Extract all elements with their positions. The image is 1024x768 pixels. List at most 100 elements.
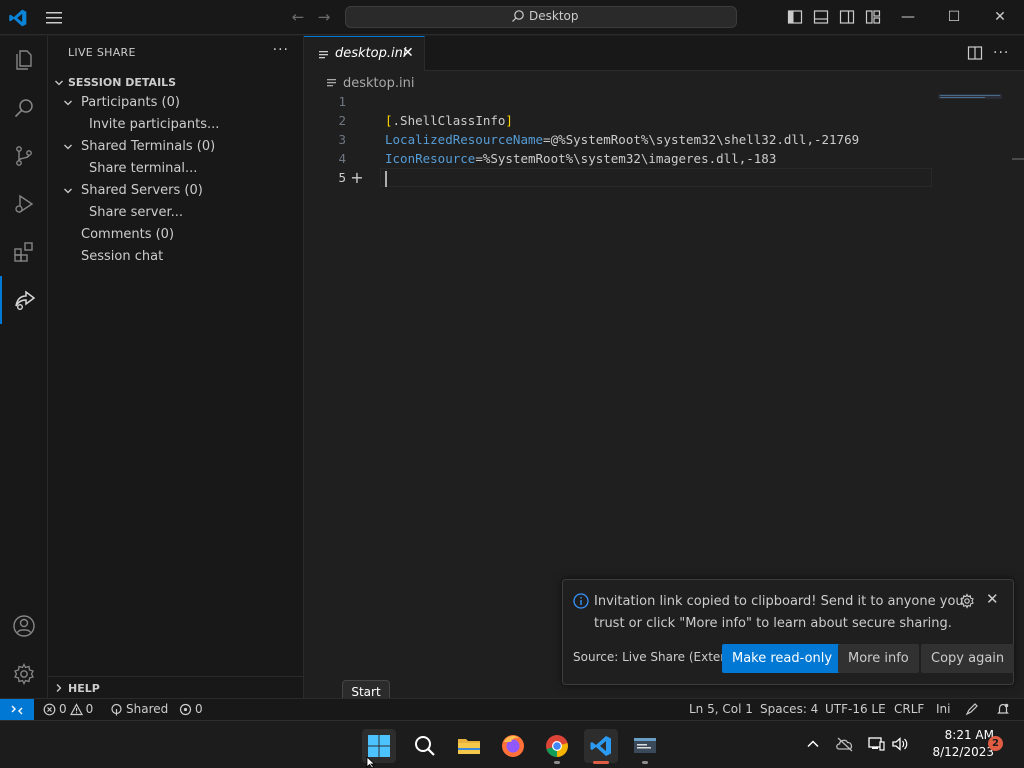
show-hidden-icons-chevron-icon[interactable] xyxy=(803,734,823,754)
ini-value: %SystemRoot%\system32\imageres.dll,-183 xyxy=(482,151,777,166)
error-count: 0 xyxy=(59,702,67,716)
tree-item-comments[interactable]: Comments (0) xyxy=(48,224,303,246)
editor-more-actions-icon[interactable]: ··· xyxy=(993,45,1009,61)
remote-indicator-icon[interactable] xyxy=(0,699,34,721)
tree-item-share-terminal[interactable]: Share terminal... xyxy=(48,158,303,180)
breadcrumb[interactable]: desktop.ini xyxy=(326,73,414,93)
ini-equals: = xyxy=(543,132,551,147)
tree-item-label: Shared Terminals (0) xyxy=(81,139,216,154)
text-cursor xyxy=(385,171,387,187)
info-icon xyxy=(573,593,589,609)
vscode-taskbar-button[interactable] xyxy=(584,729,618,764)
radio-tower-icon xyxy=(179,703,192,715)
tree-item-label: Share server... xyxy=(89,205,184,220)
network-icon[interactable] xyxy=(866,734,886,754)
tree-item-shared-terminals[interactable]: Shared Terminals (0) xyxy=(48,136,303,158)
notification-count-badge[interactable]: 2 xyxy=(988,736,1003,751)
notification-close-icon[interactable]: ✕ xyxy=(986,590,999,608)
shared-label: Shared xyxy=(126,702,169,716)
folder-icon xyxy=(458,739,480,754)
tree-item-share-server[interactable]: Share server... xyxy=(48,202,303,224)
firefox-button[interactable] xyxy=(496,729,530,763)
tab-desktop-ini[interactable]: desktop.ini ✕ xyxy=(304,36,425,71)
line-number: 4 xyxy=(338,151,346,166)
forward-arrow-icon[interactable]: → xyxy=(315,8,333,26)
end-of-line[interactable]: CRLF xyxy=(894,702,924,716)
encoding[interactable]: UTF-16 LE xyxy=(825,702,886,716)
tree-item-invite-participants[interactable]: Invite participants... xyxy=(48,114,303,136)
chrome-icon xyxy=(546,735,568,757)
tree-item-participants[interactable]: Participants (0) xyxy=(48,92,303,114)
tree-item-label: Shared Servers (0) xyxy=(81,183,203,198)
tree-item-label: Invite participants... xyxy=(89,117,220,132)
volume-speaker-icon[interactable] xyxy=(890,734,910,754)
minimize-button[interactable]: — xyxy=(896,6,920,28)
feedback-icon[interactable] xyxy=(965,702,979,716)
taskbar-search-button[interactable] xyxy=(408,729,442,763)
notifications-bell-icon[interactable] xyxy=(996,702,1010,716)
search-icon xyxy=(415,736,435,756)
search-view-icon[interactable] xyxy=(0,84,48,132)
bracket-open: [ xyxy=(385,113,393,128)
customize-layout-icon[interactable] xyxy=(865,9,881,25)
problems-indicator[interactable]: 0 0 xyxy=(43,702,93,716)
onedrive-offline-icon[interactable] xyxy=(835,734,855,754)
windows-logo-icon xyxy=(368,735,390,757)
source-control-icon[interactable] xyxy=(0,132,48,180)
chrome-button[interactable] xyxy=(540,729,574,764)
ini-key: IconResource xyxy=(385,151,476,166)
tree-item-session-chat[interactable]: Session chat xyxy=(48,246,303,268)
run-debug-icon[interactable] xyxy=(0,180,48,228)
help-label: HELP xyxy=(68,682,100,695)
file-lines-icon xyxy=(319,51,328,59)
tree-item-shared-servers[interactable]: Shared Servers (0) xyxy=(48,180,303,202)
language-mode[interactable]: Ini xyxy=(936,702,950,716)
ini-equals: = xyxy=(475,151,483,166)
terminal-app-button[interactable] xyxy=(628,729,662,764)
accounts-icon[interactable] xyxy=(0,602,48,650)
scrollbar-cursor-marker xyxy=(1012,158,1024,160)
firefox-icon xyxy=(502,735,524,757)
back-arrow-icon[interactable]: ← xyxy=(289,8,307,26)
indentation[interactable]: Spaces: 4 xyxy=(760,702,818,716)
extensions-icon[interactable] xyxy=(0,228,48,276)
split-editor-icon[interactable] xyxy=(967,45,983,61)
file-explorer-button[interactable] xyxy=(452,729,486,763)
close-tab-icon[interactable]: ✕ xyxy=(402,45,414,61)
live-share-status[interactable]: Shared xyxy=(110,702,168,716)
session-details-label: SESSION DETAILS xyxy=(68,76,177,89)
minimap[interactable] xyxy=(938,94,1002,99)
maximize-button[interactable]: ☐ xyxy=(942,6,966,28)
toggle-panel-icon[interactable] xyxy=(813,9,829,25)
settings-gear-icon[interactable] xyxy=(0,650,48,698)
tab-bar: desktop.ini ✕ ··· xyxy=(304,36,1024,71)
vscode-icon xyxy=(590,736,611,756)
more-info-button[interactable]: More info xyxy=(838,644,919,673)
help-section-header[interactable]: HELP xyxy=(48,676,303,698)
section-name: .ShellClassInfo xyxy=(392,113,506,128)
search-label: Desktop xyxy=(529,9,579,23)
system-clock[interactable]: 8:21 AM 8/12/2023 xyxy=(918,727,994,761)
live-share-icon[interactable] xyxy=(0,276,48,324)
more-actions-button[interactable]: ··· xyxy=(273,42,289,58)
hamburger-menu-icon[interactable] xyxy=(44,10,64,26)
tab-label: desktop.ini xyxy=(335,46,407,61)
line-number: 3 xyxy=(338,132,346,147)
command-center-search[interactable]: Desktop xyxy=(345,6,737,28)
live-share-notification: Invitation link copied to clipboard! Sen… xyxy=(562,579,1015,685)
code-line: 2 [.ShellClassInfo] xyxy=(304,111,1024,130)
ports-indicator[interactable]: 0 xyxy=(179,702,203,716)
notification-settings-gear-icon[interactable] xyxy=(959,593,975,609)
explorer-icon[interactable] xyxy=(0,36,48,84)
toggle-primary-sidebar-icon[interactable] xyxy=(787,9,803,25)
cursor-position[interactable]: Ln 5, Col 1 xyxy=(689,702,753,716)
close-window-button[interactable]: ✕ xyxy=(988,6,1012,28)
warning-count: 0 xyxy=(85,702,94,716)
add-comment-plus-icon[interactable]: + xyxy=(348,169,366,186)
make-read-only-button[interactable]: Make read-only xyxy=(722,644,843,673)
session-details-header[interactable]: SESSION DETAILS xyxy=(48,72,303,94)
breadcrumb-file: desktop.ini xyxy=(343,75,415,91)
copy-again-button[interactable]: Copy again xyxy=(921,644,1015,673)
live-share-sidebar: LIVE SHARE ··· SESSION DETAILS Participa… xyxy=(48,36,304,698)
toggle-secondary-sidebar-icon[interactable] xyxy=(839,9,855,25)
